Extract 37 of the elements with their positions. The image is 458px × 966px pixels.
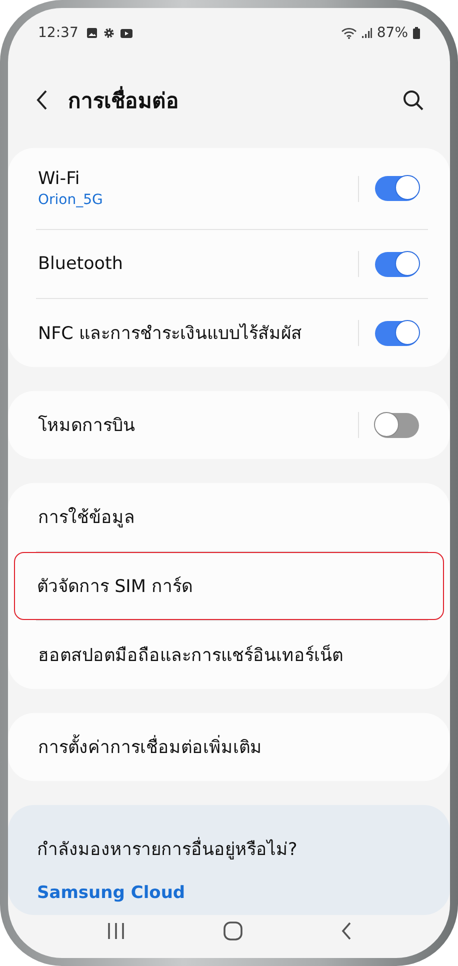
setting-row[interactable]: โหมดการบิน	[8, 391, 450, 459]
signal-icon	[362, 28, 372, 38]
setting-label: NFC และการชำระเงินแบบไร้สัมผัส	[38, 322, 303, 346]
setting-label: การตั้งค่าการเชื่อมต่อเพิ่มเติม	[38, 733, 419, 761]
highlighted-setting-row[interactable]: ตัวจัดการ SIM การ์ด	[14, 552, 444, 620]
setting-row[interactable]: NFC และการชำระเงินแบบไร้สัมผัส	[8, 299, 450, 367]
toggle-switch[interactable]	[375, 252, 419, 276]
setting-label: Bluetooth	[38, 254, 124, 274]
video-icon	[120, 28, 134, 38]
wifi-icon	[340, 27, 357, 39]
battery-icon	[413, 27, 420, 39]
toggle-switch[interactable]	[375, 176, 419, 201]
back-button[interactable]	[36, 89, 48, 111]
back-icon[interactable]	[340, 922, 352, 940]
setting-row[interactable]: การตั้งค่าการเชื่อมต่อเพิ่มเติม	[8, 713, 450, 781]
suggestion-question: กำลังมองหารายการอื่นอยู่หรือไม่?	[37, 835, 421, 863]
toggle-switch[interactable]	[375, 320, 419, 346]
toggle-switch[interactable]	[375, 412, 419, 438]
setting-label: ตัวจัดการ SIM การ์ด	[37, 576, 194, 599]
status-time: 12:37	[38, 25, 78, 41]
setting-label: โหมดการบิน	[38, 414, 136, 438]
setting-row[interactable]: Bluetooth	[8, 230, 450, 298]
setting-row[interactable]: การใช้ข้อมูล	[8, 483, 450, 551]
setting-row[interactable]: Wi-Fi Orion_5G	[8, 148, 450, 229]
search-button[interactable]	[402, 89, 424, 111]
setting-label: Wi-Fi	[38, 169, 81, 189]
network-name: Orion_5G	[38, 192, 104, 208]
page-title: การเชื่อมต่อ	[68, 84, 398, 116]
recent-apps-icon[interactable]	[106, 922, 126, 940]
samsung-cloud-link[interactable]: Samsung Cloud	[37, 883, 421, 903]
setting-label: การใช้ข้อมูล	[38, 506, 136, 530]
gear-icon	[103, 27, 116, 39]
battery-percent: 87%	[376, 25, 408, 41]
image-icon	[86, 27, 98, 39]
setting-row[interactable]: ฮอตสปอตมือถือและการแชร์อินเทอร์เน็ต	[8, 621, 450, 689]
setting-label: ฮอตสปอตมือถือและการแชร์อินเทอร์เน็ต	[38, 644, 344, 668]
home-icon[interactable]	[222, 920, 243, 940]
